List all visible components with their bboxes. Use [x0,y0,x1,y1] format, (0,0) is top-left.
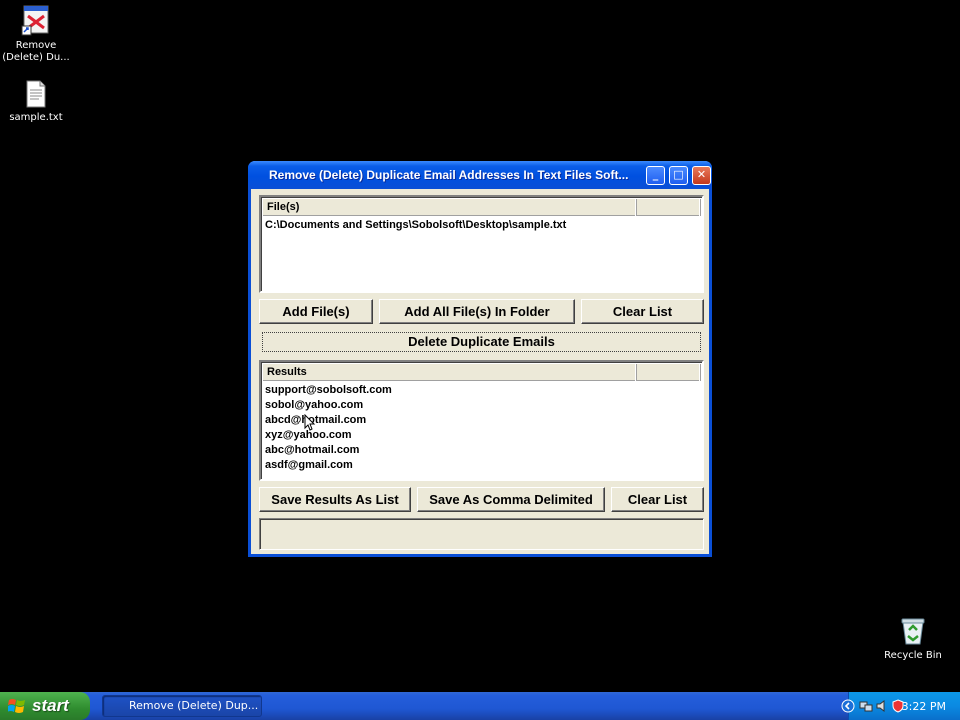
close-icon: ✕ [696,168,707,181]
window-titlebar[interactable]: Remove (Delete) Duplicate Email Addresse… [248,161,712,189]
results-column-header[interactable]: Results [263,364,637,381]
tray-expand-icon[interactable] [841,699,855,713]
add-all-files-in-folder-button[interactable]: Add All File(s) In Folder [379,299,575,324]
system-tray: 3:22 PM [841,692,960,720]
start-button[interactable]: start [0,692,90,720]
desktop-icon-label: Remove (Delete) Du... [2,40,70,63]
window-client: File(s) C:\Documents and Settings\Sobols… [251,189,709,554]
save-results-as-list-button[interactable]: Save Results As List [259,487,411,512]
minimize-icon: _ [652,168,659,181]
app-shortcut-icon [21,5,49,36]
mouse-cursor-icon [304,414,316,431]
window-title: Remove (Delete) Duplicate Email Addresse… [269,168,629,182]
desktop-icon-recycle-bin[interactable]: Recycle Bin [877,616,949,662]
taskbar-app-button[interactable]: Remove (Delete) Dup... [102,695,262,717]
desktop-icon-app[interactable]: Remove (Delete) Du... [0,4,72,64]
network-icon[interactable] [859,699,873,713]
result-row[interactable]: xyz@yahoo.com [264,428,699,443]
result-row[interactable]: abc@hotmail.com [264,443,699,458]
taskbar: start Remove (Delete) Dup... 3:22 PM [0,692,960,720]
files-column-header[interactable]: File(s) [263,199,637,216]
desktop-icon-label: Recycle Bin [884,650,942,661]
results-listview[interactable]: Results support@sobolsoft.com sobol@yaho… [259,360,704,481]
minimize-button[interactable]: _ [646,166,665,185]
delete-duplicate-emails-button[interactable]: Delete Duplicate Emails [262,332,701,352]
maximize-button[interactable]: □ [669,166,688,185]
files-column-header-empty[interactable] [637,199,701,216]
text-file-icon [26,80,46,108]
windows-logo-icon [8,699,25,713]
desktop-icon-sample-txt[interactable]: sample.txt [0,80,72,124]
clock[interactable]: 3:22 PM [902,700,946,713]
clear-results-list-button[interactable]: Clear List [611,487,704,512]
save-as-comma-delimited-button[interactable]: Save As Comma Delimited [417,487,605,512]
result-row[interactable]: sobol@yahoo.com [264,398,699,413]
recycle-bin-icon [901,618,925,645]
file-row[interactable]: C:\Documents and Settings\Sobolsoft\Desk… [264,218,699,233]
maximize-icon: □ [673,168,684,181]
start-label: start [32,696,69,715]
result-row[interactable]: asdf@gmail.com [264,458,699,473]
close-button[interactable]: ✕ [692,166,711,185]
result-row[interactable]: abcd@hotmail.com [264,413,699,428]
status-box [259,518,704,550]
clear-files-list-button[interactable]: Clear List [581,299,704,324]
app-window: Remove (Delete) Duplicate Email Addresse… [248,161,712,557]
result-row[interactable]: support@sobolsoft.com [264,383,699,398]
files-listview[interactable]: File(s) C:\Documents and Settings\Sobols… [259,195,704,293]
taskbar-app-label: Remove (Delete) Dup... [129,699,259,712]
files-header: File(s) [263,199,701,216]
desktop-icon-label: sample.txt [9,112,63,123]
speaker-icon[interactable] [875,699,889,713]
add-files-button[interactable]: Add File(s) [259,299,373,324]
results-column-header-empty[interactable] [637,364,701,381]
results-header: Results [263,364,701,381]
